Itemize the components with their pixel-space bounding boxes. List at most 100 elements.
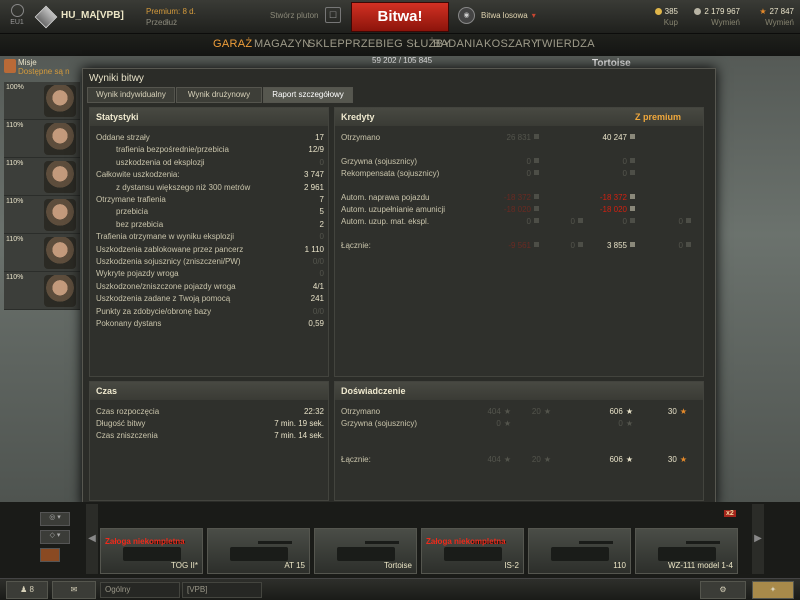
credits-panel: Kredyty Z premium Otrzymano 26 831 40 247 G… — [334, 107, 704, 377]
contacts-button[interactable]: ♟ 8 — [6, 581, 48, 599]
tank-xp-progress: 59 202 / 105 845 — [372, 56, 432, 65]
buy-gold-link[interactable]: Kup — [640, 17, 678, 28]
carousel-filter-nation[interactable]: ◎ ▾ — [40, 512, 70, 526]
stat-row: Pokonany dystans 0,59 — [96, 318, 324, 330]
stat-row: Punkty za zdobycie/obronę bazy 0/0 — [96, 306, 324, 318]
channels-button[interactable]: ✉ — [52, 581, 96, 599]
tab-detailed[interactable]: Raport szczegółowy — [263, 87, 353, 103]
credits-icon — [534, 158, 539, 163]
credit-label: Otrzymano — [341, 133, 381, 142]
tank-carousel: ◎ ▾ ◇ ▾ Załoga niekompletna TOG II* AT 15 T… — [0, 502, 800, 578]
create-platoon-label: Stwórz pluton — [270, 11, 319, 20]
credit-basic-value: 26 831 — [506, 133, 531, 142]
battle-button[interactable]: Bitwa! — [351, 2, 449, 32]
tab-team[interactable]: Wynik drużynowy — [176, 87, 262, 103]
player-name[interactable]: HU_MA[VPB] — [61, 10, 124, 21]
crew-member[interactable]: 110% — [4, 272, 80, 310]
gold-balance[interactable]: 385 Kup — [640, 6, 678, 28]
server-selector[interactable]: EU1 — [6, 4, 28, 26]
tank-silhouette-icon — [337, 541, 399, 561]
stat-row: trafienia bezpośrednie/przebicia 12/9 — [96, 144, 324, 156]
channel-clan[interactable]: [VPB] — [182, 582, 262, 598]
carousel-filter-type[interactable]: ◇ ▾ — [40, 530, 70, 544]
stat-row: Oddane strzały 17 — [96, 132, 324, 144]
carousel-filter-premium[interactable] — [40, 548, 60, 562]
globe-icon — [10, 4, 24, 17]
carousel-right-arrow[interactable]: ▶ — [752, 504, 764, 574]
experience-header: Doświadczenie — [335, 382, 703, 400]
tank-card[interactable]: Tortoise — [314, 528, 417, 574]
tank-card[interactable]: 110 — [528, 528, 631, 574]
carousel-left-arrow[interactable]: ◀ — [86, 504, 98, 574]
stat-label: Uszkodzenia zablokowane przez pancerz — [96, 244, 244, 254]
battle-mode-label: Bitwa losowa — [481, 11, 528, 20]
exchange-credits-link[interactable]: Wymień — [688, 17, 740, 28]
tank-card[interactable]: AT 15 — [207, 528, 310, 574]
free-xp-balance[interactable]: ★ 27 847 Wymień — [748, 6, 794, 28]
credit-row: Grzywna (sojusznicy) 0 0 — [341, 156, 697, 168]
gold-icon — [686, 218, 691, 223]
create-platoon-button[interactable]: ☐ — [325, 7, 341, 23]
tab-individual[interactable]: Wynik indywidualny — [87, 87, 175, 103]
stat-row: Uszkodzenia zablokowane przez pancerz 1 1… — [96, 244, 324, 256]
credits-icon — [534, 242, 539, 247]
player-badge-icon[interactable] — [34, 5, 58, 29]
tank-name: AT 15 — [284, 561, 305, 570]
stat-label: Otrzymane trafienia — [96, 195, 166, 204]
gear-icon: ⚙ — [719, 585, 727, 594]
credits-icon — [694, 8, 702, 15]
missions-widget[interactable]: Misje Dostępne są n — [4, 58, 70, 76]
credits-icon — [630, 158, 635, 163]
experience-basic-free: 20 ★ — [532, 454, 551, 466]
nav-depot[interactable]: MAGAZYN — [254, 38, 311, 50]
credit-premium: -18 372 — [600, 192, 635, 204]
experience-label: Grzywna (sojusznicy) — [341, 419, 418, 428]
free-xp-icon: ★ — [759, 7, 767, 16]
tank-card[interactable]: WZ-111 model 1-4 — [635, 528, 738, 574]
tank-card[interactable]: Załoga niekompletna IS-2 — [421, 528, 524, 574]
stat-label: Trafienia otrzymane w wyniku eksplozji — [96, 232, 234, 242]
nav-shop[interactable]: SKLEP — [308, 38, 345, 50]
stat-row: z dystansu większego niż 300 metrów 2 961 — [96, 182, 324, 194]
crew-member[interactable]: 110% — [4, 234, 80, 272]
experience-basic: 404 ★ — [487, 454, 511, 466]
gold-value: 385 — [664, 7, 678, 16]
credit-label: Grzywna (sojusznicy) — [341, 157, 418, 166]
credit-basic-gold: 0 — [571, 216, 583, 228]
premium-status[interactable]: Premium: 8 d. Przedłuż — [146, 6, 196, 28]
credit-premium-gold-value: 0 — [678, 241, 683, 250]
credit-basic-value: -18 020 — [503, 205, 531, 214]
notifications-button[interactable]: ✦ — [752, 581, 794, 599]
experience-label: Łącznie: — [341, 455, 371, 464]
credit-premium: 40 247 — [603, 132, 635, 144]
time-value: 7 min. 19 sek. — [274, 419, 324, 428]
tank-silhouette-icon — [123, 541, 185, 561]
credits-icon — [534, 218, 539, 223]
nav-research[interactable]: BADANIA — [433, 38, 483, 50]
crew-portrait — [44, 275, 76, 307]
nav-garage[interactable]: GARAŻ — [213, 38, 252, 50]
crew-member[interactable]: 100% — [4, 82, 80, 120]
chat-icon: ✉ — [70, 585, 78, 594]
crew-member[interactable]: 110% — [4, 158, 80, 196]
battle-results-window: Wyniki bitwy Wynik indywidualny Wynik dr… — [82, 68, 716, 508]
crew-member[interactable]: 110% — [4, 120, 80, 158]
stat-row: Całkowite uszkodzenia: 3 747 — [96, 169, 324, 181]
tank-silhouette-icon — [658, 541, 720, 561]
tank-card[interactable]: Załoga niekompletna TOG II* — [100, 528, 203, 574]
top-bar: EU1 HU_MA[VPB] Premium: 8 d. Przedłuż St… — [0, 0, 800, 34]
time-row: Czas rozpoczęcia 22:32 — [96, 406, 324, 418]
settings-button[interactable]: ⚙ — [700, 581, 746, 599]
credits-balance[interactable]: 2 179 967 Wymień — [688, 6, 740, 28]
premium-extend-link[interactable]: Przedłuż — [146, 17, 196, 28]
credit-label: Rekompensata (sojusznicy) — [341, 169, 440, 178]
nav-stronghold[interactable]: TWIERDZA — [535, 38, 595, 50]
credit-premium: 0 — [623, 168, 635, 180]
battle-mode-dropdown[interactable]: Bitwa losowa ▾ — [481, 11, 536, 20]
channel-general[interactable]: Ogólny — [100, 582, 180, 598]
time-row: Długość bitwy 7 min. 19 sek. — [96, 418, 324, 430]
exchange-xp-link[interactable]: Wymień — [748, 17, 794, 28]
credit-basic-value: 0 — [526, 169, 531, 178]
crew-member[interactable]: 110% — [4, 196, 80, 234]
nav-barracks[interactable]: KOSZARY — [484, 38, 538, 50]
